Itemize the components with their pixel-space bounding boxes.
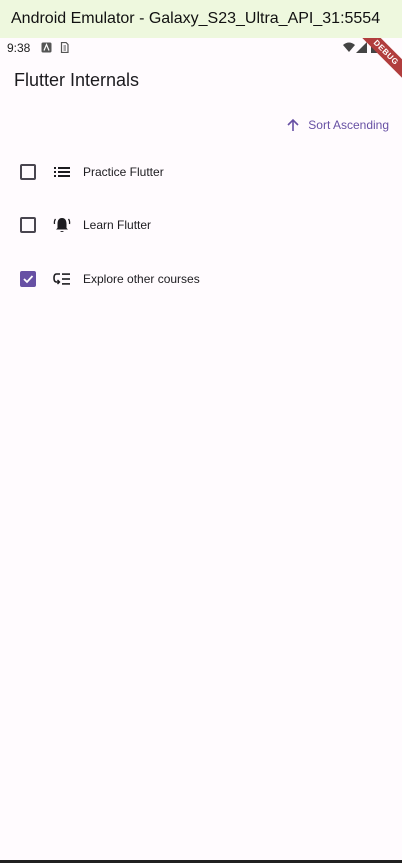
checkbox[interactable] [20,270,36,287]
list-item[interactable]: Learn Flutter [0,199,402,253]
list-item-label: Practice Flutter [83,164,164,179]
signal-icon [356,42,367,53]
status-time: 9:38 [7,41,31,55]
window-title: Android Emulator - Galaxy_S23_Ultra_API_… [0,0,402,38]
page-title: Flutter Internals [14,70,140,90]
device-screen: 9:38 DEBUG Flutter Internals Sort Ascend… [0,38,402,863]
checkbox[interactable] [20,217,36,234]
arrow-up-icon [287,118,299,131]
list-item[interactable]: Practice Flutter [0,145,402,199]
list-item-label: Explore other courses [83,271,200,286]
todo-list: Practice Flutter Learn Flutter Explore o… [0,145,402,306]
list-icon [54,166,70,177]
sort-button-label: Sort Ascending [308,118,389,132]
playlist-icon [53,272,70,285]
sim-icon [60,42,69,53]
a-icon [41,42,52,53]
check-icon [23,275,34,284]
sort-ascending-button[interactable]: Sort Ascending [286,114,389,136]
list-item-label: Learn Flutter [83,218,152,233]
checkbox[interactable] [20,163,36,180]
list-item[interactable]: Explore other courses [0,252,402,306]
wifi-icon [343,42,355,52]
notification-bell-icon [53,218,71,233]
status-bar: 9:38 [0,38,402,58]
